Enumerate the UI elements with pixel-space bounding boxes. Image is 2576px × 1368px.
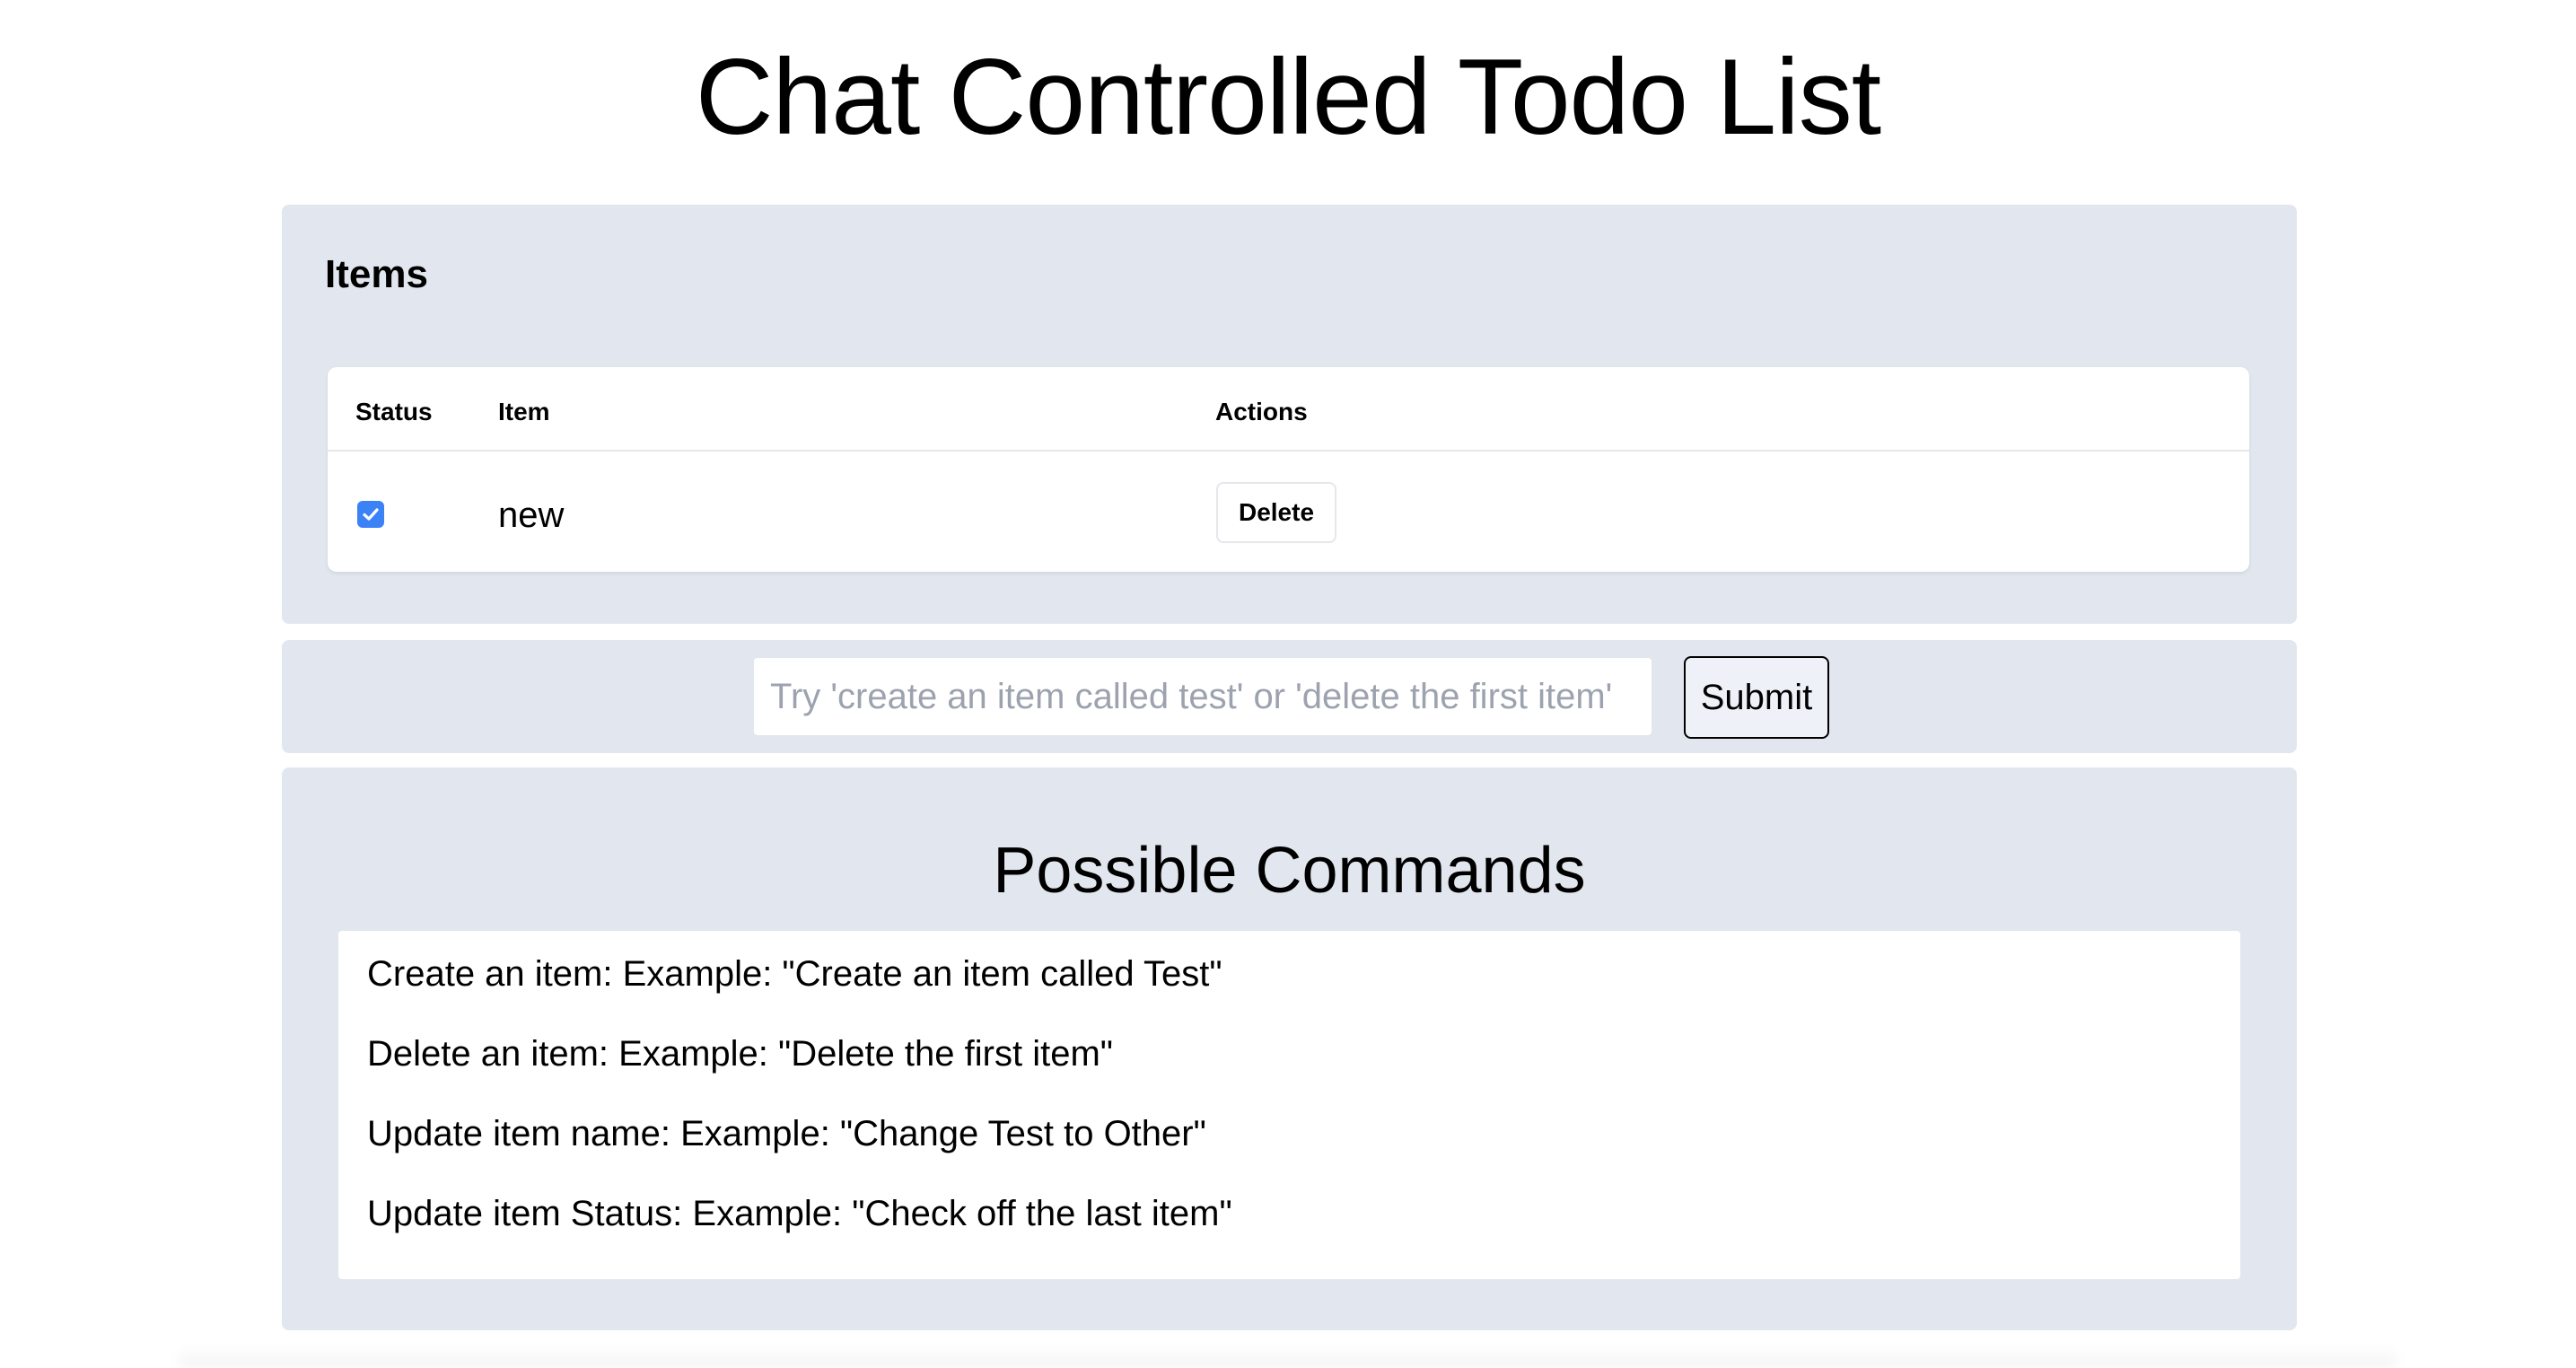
table-divider <box>328 450 2249 452</box>
items-panel: Items Status Item Actions new Delete <box>282 205 2297 624</box>
status-checkbox[interactable] <box>357 501 384 528</box>
page-title: Chat Controlled Todo List <box>695 37 1881 157</box>
command-item-delete: Delete an item: Example: "Delete the fir… <box>367 1034 1113 1074</box>
column-header-actions: Actions <box>1215 398 1308 425</box>
page: Chat Controlled Todo List Items Status I… <box>0 0 2576 1368</box>
chat-panel: Submit <box>282 640 2297 753</box>
bottom-shadow <box>180 1346 2396 1368</box>
chat-command-input[interactable] <box>754 658 1652 735</box>
item-name: new <box>498 495 565 535</box>
delete-button[interactable]: Delete <box>1216 482 1336 543</box>
column-header-item: Item <box>498 398 550 425</box>
commands-panel: Possible Commands Create an item: Exampl… <box>282 767 2297 1330</box>
command-item-update-status: Update item Status: Example: "Check off … <box>367 1194 1232 1233</box>
commands-list: Create an item: Example: "Create an item… <box>338 931 2240 1279</box>
items-heading: Items <box>325 252 428 296</box>
items-table: Status Item Actions new Delete <box>328 367 2249 572</box>
submit-button[interactable]: Submit <box>1684 656 1829 739</box>
commands-heading: Possible Commands <box>993 835 1586 907</box>
column-header-status: Status <box>355 398 433 425</box>
checkmark-icon <box>363 508 379 521</box>
command-item-create: Create an item: Example: "Create an item… <box>367 954 1222 994</box>
command-item-update-name: Update item name: Example: "Change Test … <box>367 1114 1206 1153</box>
